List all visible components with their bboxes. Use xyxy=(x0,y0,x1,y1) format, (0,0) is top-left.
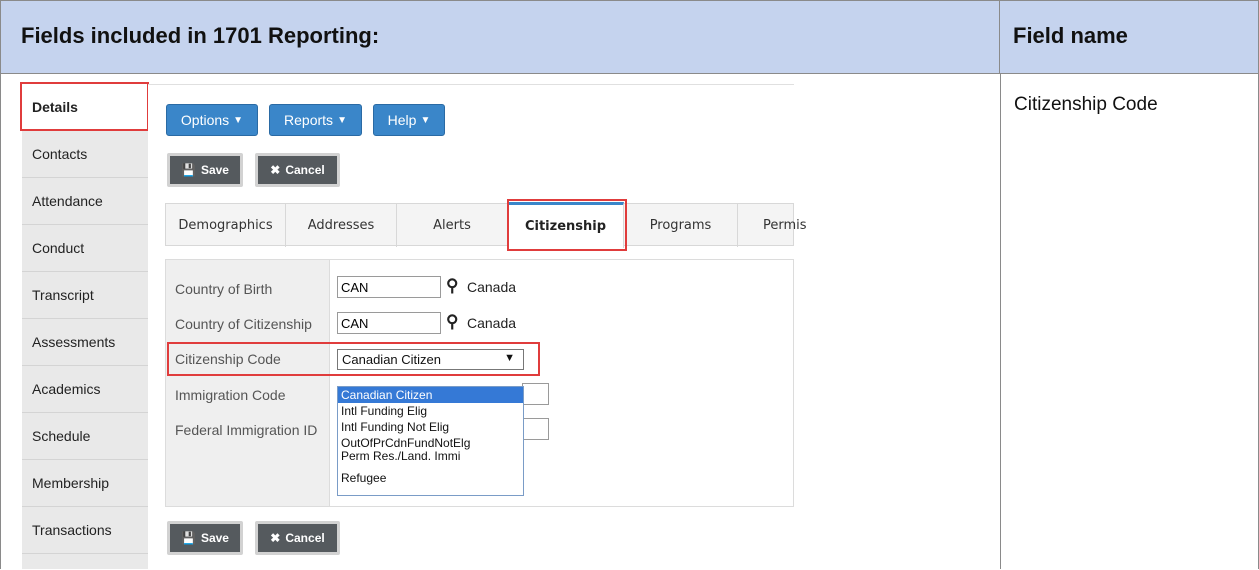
country-of-citizenship-name: Canada xyxy=(467,315,517,331)
tab-programs[interactable]: Programs xyxy=(624,204,738,247)
dropdown-option[interactable]: Intl Funding Elig xyxy=(338,403,523,419)
sidebar-item-transcript[interactable]: Transcript xyxy=(22,272,148,319)
tab-permissions[interactable]: Permis xyxy=(738,204,807,247)
reports-button[interactable]: Reports ▼ xyxy=(269,104,362,136)
caret-down-icon: ▼ xyxy=(337,114,347,126)
dropdown-option[interactable]: Refugee xyxy=(338,470,523,486)
immigration-code-input[interactable] xyxy=(522,383,549,405)
federal-immigration-id-input[interactable] xyxy=(522,418,549,440)
caret-down-icon: ▼ xyxy=(420,114,431,126)
federal-immigration-id-label: Federal Immigration ID xyxy=(175,422,318,438)
tab-alerts[interactable]: Alerts xyxy=(397,204,508,247)
country-of-birth-input[interactable]: CAN xyxy=(337,276,441,298)
field-name-header: Field name xyxy=(1013,23,1128,48)
search-icon[interactable]: ⚲ xyxy=(446,312,458,332)
cancel-label: Cancel xyxy=(285,531,325,545)
sidebar-item-details[interactable]: Details xyxy=(22,84,148,131)
dropdown-option[interactable]: Canadian Citizen xyxy=(338,387,523,403)
chevron-down-icon: ▼ xyxy=(504,352,515,364)
reports-label: Reports xyxy=(284,112,334,128)
cancel-button-bottom[interactable]: ✖ Cancel xyxy=(255,521,340,555)
country-of-citizenship-label: Country of Citizenship xyxy=(175,316,312,332)
citizenship-code-select[interactable]: Canadian Citizen ▼ xyxy=(337,349,524,370)
sidebar-item-conduct[interactable]: Conduct xyxy=(22,225,148,272)
tab-bar: Demographics Addresses Alerts Citizenshi… xyxy=(165,202,807,248)
tab-citizenship[interactable]: Citizenship xyxy=(508,202,624,248)
table-border-middle xyxy=(1000,73,1001,569)
search-icon[interactable]: ⚲ xyxy=(446,276,458,296)
tab-demographics[interactable]: Demographics xyxy=(166,204,286,247)
save-label: Save xyxy=(200,163,229,177)
sidebar-item-transactions[interactable]: Transactions xyxy=(22,507,148,554)
table-border-left xyxy=(0,73,1,569)
citizenship-code-value: Canadian Citizen xyxy=(342,352,442,367)
sidebar-item-contacts[interactable]: Contacts xyxy=(22,131,148,178)
save-button-top[interactable]: 💾 Save xyxy=(167,153,243,187)
table-header-title: Fields included in 1701 Reporting: xyxy=(21,23,380,48)
tab-addresses[interactable]: Addresses xyxy=(286,204,397,247)
help-button[interactable]: Help ▼ xyxy=(373,104,445,136)
table-divider xyxy=(0,73,1259,74)
options-label: Options xyxy=(180,112,230,128)
dropdown-option[interactable]: Intl Funding Not Elig xyxy=(338,419,523,435)
close-icon: ✖ xyxy=(270,163,281,177)
table-header-left: Fields included in 1701 Reporting: xyxy=(0,0,1000,73)
cancel-label: Cancel xyxy=(285,163,325,177)
save-button-bottom[interactable]: 💾 Save xyxy=(167,521,243,555)
sidebar-item-attendance[interactable]: Attendance xyxy=(22,178,148,225)
country-of-birth-name: Canada xyxy=(467,279,517,295)
sidebar-item-assessments[interactable]: Assessments xyxy=(22,319,148,366)
options-button[interactable]: Options ▼ xyxy=(166,104,258,136)
cancel-button-top[interactable]: ✖ Cancel xyxy=(255,153,340,187)
field-name-value: Citizenship Code xyxy=(1014,94,1158,115)
save-label: Save xyxy=(200,531,229,545)
save-icon: 💾 xyxy=(181,531,196,545)
sidebar-item-membership[interactable]: Membership xyxy=(22,460,148,507)
sidebar-item-academics[interactable]: Academics xyxy=(22,366,148,413)
sidebar-item-schedule[interactable]: Schedule xyxy=(22,413,148,460)
country-of-citizenship-input[interactable]: CAN xyxy=(337,312,441,334)
country-of-birth-label: Country of Birth xyxy=(175,281,273,297)
immigration-code-label: Immigration Code xyxy=(175,387,286,403)
citizenship-code-label: Citizenship Code xyxy=(175,351,281,367)
dropdown-option[interactable]: Perm Res./Land. Immi xyxy=(338,450,523,470)
close-icon: ✖ xyxy=(270,531,281,545)
citizenship-code-dropdown: Canadian Citizen Intl Funding Elig Intl … xyxy=(337,386,524,496)
table-header-right: Field name xyxy=(1000,0,1259,73)
sidebar: Details Contacts Attendance Conduct Tran… xyxy=(22,84,148,569)
caret-down-icon: ▼ xyxy=(233,114,244,126)
help-label: Help xyxy=(387,112,417,128)
save-icon: 💾 xyxy=(181,163,196,177)
